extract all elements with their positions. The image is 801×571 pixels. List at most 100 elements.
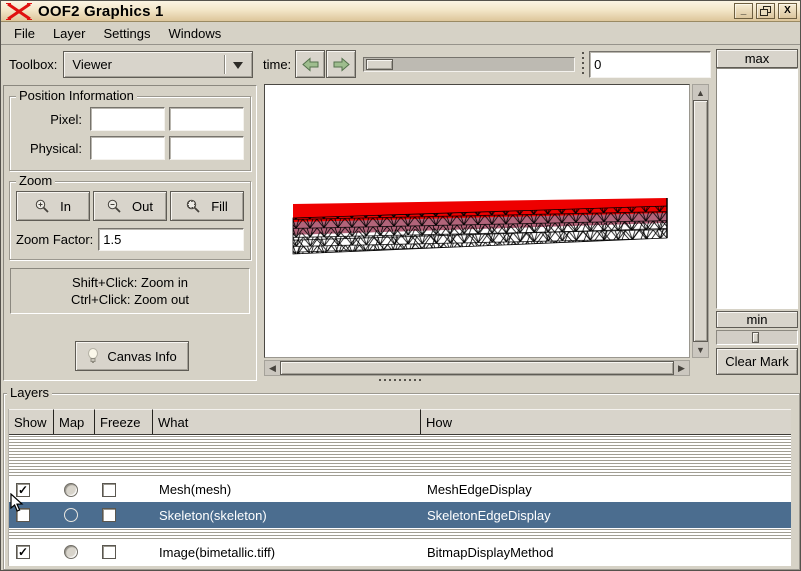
- viewer-toolbox-body: Position Information Pixel: Physical: Zo…: [3, 85, 257, 381]
- menu-file[interactable]: File: [5, 23, 44, 44]
- pixel-label: Pixel:: [50, 111, 82, 127]
- close-button[interactable]: X: [778, 3, 797, 19]
- restore-button[interactable]: [756, 3, 775, 19]
- horizontal-scroll-thumb[interactable]: [280, 361, 674, 375]
- canvas-info-button[interactable]: Canvas Info: [75, 341, 189, 371]
- physical-x-field[interactable]: [90, 136, 165, 160]
- layer-how: MeshEdgeDisplay: [427, 482, 532, 497]
- timebar: time:: [263, 49, 711, 79]
- magnifier-plus-icon: [35, 199, 49, 213]
- zoom-fill-button[interactable]: Fill: [170, 191, 244, 221]
- menu-settings[interactable]: Settings: [94, 23, 159, 44]
- menubar: File Layer Settings Windows: [1, 23, 800, 45]
- freeze-checkbox[interactable]: [102, 482, 116, 497]
- clear-mark-label: Clear Mark: [725, 354, 789, 369]
- canvas-info-label: Canvas Info: [107, 348, 177, 364]
- scroll-up-icon[interactable]: ▲: [693, 85, 708, 100]
- arrow-left-icon: [301, 56, 319, 72]
- arrow-right-icon: [333, 56, 350, 72]
- layer-how: SkeletonEdgeDisplay: [427, 507, 551, 523]
- layer-how: BitmapDisplayMethod: [427, 544, 554, 560]
- layer-row-image[interactable]: ✓ Image(bimetallic.tiff) BitmapDisplayMe…: [9, 539, 791, 565]
- zoom-group: Zoom In Out Fill Zoom Factor: 1.5: [9, 173, 251, 260]
- pixel-x-field[interactable]: [90, 107, 165, 131]
- magnifier-minus-icon: [107, 199, 121, 213]
- layer-what: Skeleton(skeleton): [159, 507, 267, 523]
- column-header-how[interactable]: How: [421, 409, 791, 434]
- physical-y-field[interactable]: [169, 136, 244, 160]
- canvas-area: ▲ ▼ ◀ ▶: [259, 81, 713, 385]
- scroll-left-icon[interactable]: ◀: [265, 361, 280, 376]
- zoom-factor-label: Zoom Factor:: [16, 232, 94, 247]
- layer-what: Image(bimetallic.tiff): [159, 544, 276, 560]
- graphics-pane: time: 0 ▲ ▼ ◀ ▶: [259, 45, 713, 385]
- contour-min-bar: min: [716, 311, 798, 328]
- canvas-horizontal-scrollbar[interactable]: ◀ ▶: [264, 360, 690, 376]
- position-information-group: Position Information Pixel: Physical:: [9, 88, 251, 171]
- mesh-image: [292, 198, 668, 255]
- time-label: time:: [263, 56, 292, 72]
- zoom-hint-line1: Shift+Click: Zoom in: [72, 275, 188, 290]
- freeze-checkbox[interactable]: [102, 545, 116, 559]
- lightbulb-icon: [88, 348, 99, 363]
- map-radio[interactable]: [64, 508, 78, 522]
- time-prev-button[interactable]: [295, 50, 326, 78]
- zoom-fill-label: Fill: [211, 198, 228, 214]
- time-slider[interactable]: [363, 56, 576, 72]
- freeze-checkbox[interactable]: [102, 508, 116, 522]
- layers-section: Layers Show Map Freeze What How ✓ Mesh(m…: [1, 385, 800, 570]
- show-checkbox[interactable]: ✓: [16, 545, 30, 559]
- layers-frame: Show Map Freeze What How ✓ Mesh(mesh) Me…: [3, 393, 800, 570]
- contour-max-bar: max: [716, 49, 798, 68]
- graphics-canvas[interactable]: [264, 84, 690, 358]
- layer-row-skeleton[interactable]: Skeleton(skeleton) SkeletonEdgeDisplay: [9, 502, 791, 528]
- pixel-y-field[interactable]: [169, 107, 244, 131]
- layers-table: Show Map Freeze What How ✓ Mesh(mesh) Me…: [8, 409, 791, 566]
- menu-layer[interactable]: Layer: [44, 23, 95, 44]
- column-header-map[interactable]: Map: [54, 409, 95, 434]
- mouse-cursor: [10, 493, 24, 512]
- titlebar[interactable]: OOF2 Graphics 1 _ X: [1, 1, 800, 22]
- pane-handle-vertical[interactable]: [580, 52, 587, 76]
- contour-colorbar[interactable]: [716, 68, 798, 309]
- layers-legend: Layers: [7, 385, 53, 400]
- canvas-vertical-scrollbar[interactable]: ▲ ▼: [692, 84, 709, 358]
- zoom-hint-line2: Ctrl+Click: Zoom out: [70, 292, 190, 307]
- map-radio[interactable]: [64, 545, 78, 559]
- toolbox-dropdown[interactable]: Viewer: [63, 50, 253, 78]
- contour-mark-slider[interactable]: [716, 330, 798, 345]
- column-header-show[interactable]: Show: [9, 409, 54, 434]
- map-radio[interactable]: [64, 482, 78, 497]
- zoom-factor-field[interactable]: [98, 228, 244, 251]
- scroll-down-icon[interactable]: ▼: [693, 342, 708, 357]
- position-information-legend: Position Information: [16, 88, 137, 103]
- layer-row-mesh[interactable]: ✓ Mesh(mesh) MeshEdgeDisplay: [9, 477, 791, 502]
- clear-mark-button[interactable]: Clear Mark: [716, 348, 798, 375]
- layer-what: Mesh(mesh): [159, 482, 232, 497]
- toolbox-label: Toolbox:: [9, 56, 58, 72]
- toolbox-panel: Toolbox: Viewer Position Information Pix…: [1, 45, 259, 385]
- column-header-what[interactable]: What: [153, 409, 421, 434]
- magnifier-fill-icon: [186, 199, 200, 213]
- zoom-in-label: In: [60, 198, 71, 214]
- contour-max-label: max: [744, 51, 770, 66]
- time-value-field[interactable]: [589, 50, 711, 78]
- menu-windows[interactable]: Windows: [159, 23, 230, 44]
- zoom-hint-box: Shift+Click: Zoom in Ctrl+Click: Zoom ou…: [10, 268, 250, 314]
- pane-handle-horizontal[interactable]: [379, 378, 423, 382]
- zoom-out-label: Out: [132, 198, 153, 214]
- vertical-scroll-thumb[interactable]: [693, 100, 708, 342]
- minimize-button[interactable]: _: [734, 3, 753, 19]
- contour-mark-slider-handle[interactable]: [752, 332, 760, 343]
- zoom-legend: Zoom: [16, 173, 56, 188]
- empty-layer-rows: [9, 435, 791, 477]
- window-title: OOF2 Graphics 1: [38, 2, 164, 20]
- zoom-in-button[interactable]: In: [16, 191, 90, 221]
- restore-icon: [760, 6, 771, 16]
- time-next-button[interactable]: [326, 50, 357, 78]
- toolbox-selected-value: Viewer: [72, 56, 112, 72]
- scroll-right-icon[interactable]: ▶: [674, 361, 689, 376]
- zoom-out-button[interactable]: Out: [93, 191, 167, 221]
- time-slider-handle[interactable]: [366, 58, 394, 70]
- column-header-freeze[interactable]: Freeze: [95, 409, 153, 434]
